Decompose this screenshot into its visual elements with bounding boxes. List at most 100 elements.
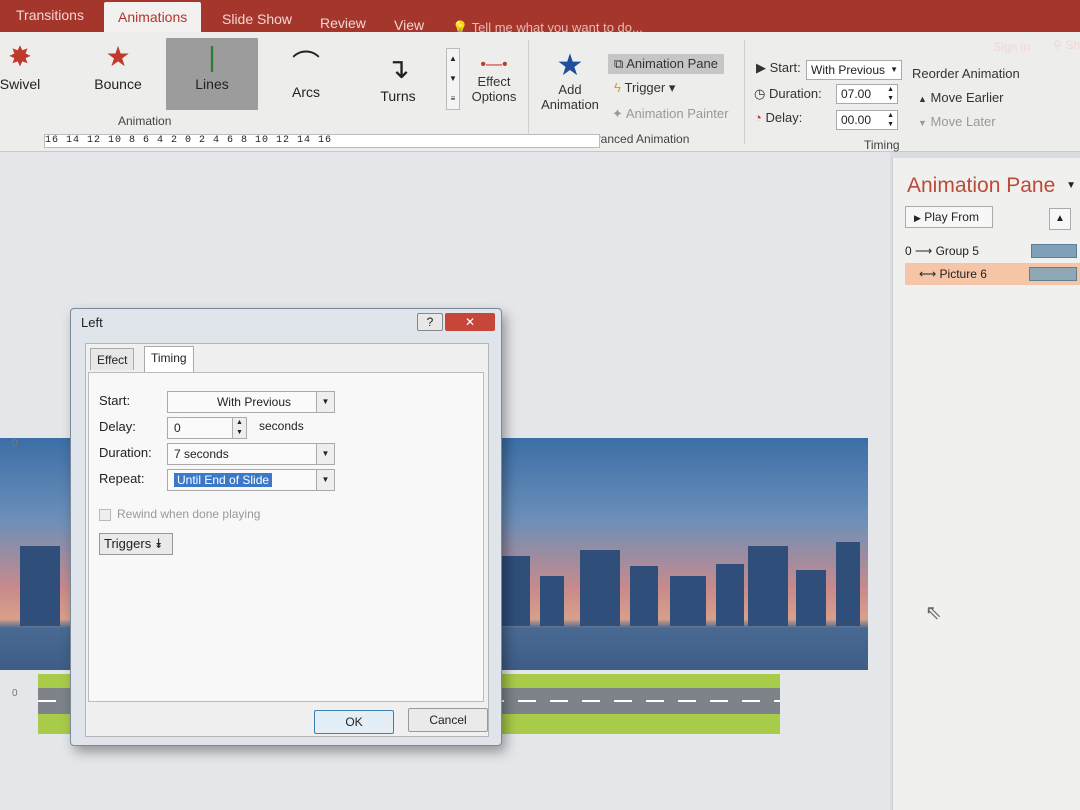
triangle-down-icon: ▼ — [918, 118, 927, 128]
horizontal-ruler: 16 14 12 10 8 6 4 2 0 2 4 6 8 10 12 14 1… — [44, 134, 600, 148]
animation-pane-title: Animation Pane — [907, 174, 1056, 197]
ok-button[interactable]: OK — [314, 710, 394, 734]
tab-transitions[interactable]: Transitions — [2, 0, 98, 30]
chevron-down-icon: ▼ — [316, 444, 334, 464]
triggers-label: Triggers — [104, 536, 152, 551]
help-button[interactable]: ? — [417, 313, 443, 331]
add-animation-label-2: Animation — [541, 97, 599, 112]
animation-pane-label: Animation Pane — [626, 56, 718, 71]
play-from-button[interactable]: ▶ Play From — [905, 206, 993, 228]
group-label-timing: Timing — [864, 138, 900, 152]
duration-select-value: 7 seconds — [174, 447, 229, 461]
dialog-body: Effect Timing Start: With Previous ▼ Dela… — [85, 343, 489, 737]
delay-label: ◔ Delay: — [754, 110, 802, 125]
start-dropdown[interactable]: With Previous ▼ — [806, 60, 902, 80]
add-animation-button[interactable]: ★ Add Animation — [534, 49, 606, 113]
delay-value: 00.00 — [841, 113, 872, 127]
spinner-arrows-icon: ▲ ▼ — [887, 86, 894, 102]
line-path-icon: ⟷ — [919, 267, 937, 281]
chevron-down-icon: ▼ — [316, 392, 334, 412]
animation-label: Bounce — [94, 76, 142, 92]
chevron-down-icon: ▼ — [890, 65, 898, 74]
timeline-bar[interactable] — [1031, 244, 1077, 258]
checkbox-box — [99, 508, 111, 521]
move-up-button[interactable]: ▲ — [1049, 208, 1071, 230]
trigger-button[interactable]: ϟ Trigger ▾ — [614, 80, 675, 96]
effect-options-label-2: Options — [471, 89, 517, 104]
triggers-button[interactable]: Triggers ⯯ — [99, 533, 173, 555]
tab-effect[interactable]: Effect — [90, 348, 135, 370]
sign-in-link[interactable]: Sign in — [993, 40, 1030, 54]
play-icon: ▶ — [756, 60, 766, 75]
start-label: Start: — [99, 393, 131, 408]
spinner-arrows-icon: ▲ ▼ — [887, 112, 894, 128]
cancel-button[interactable]: Cancel — [408, 708, 488, 732]
duration-label: Duration: — [99, 445, 152, 460]
animation-bounce[interactable]: ★ Bounce — [78, 38, 158, 102]
gallery-scroll[interactable]: ▲ ▼ ≡ — [446, 48, 460, 110]
animation-pane: Animation Pane ▼ ▶ Play From ▲ 0 ⟶ Group… — [892, 158, 1080, 810]
effect-options-label: Effect — [477, 74, 511, 89]
repeat-select[interactable]: Until End of Slide ▼ — [167, 469, 335, 491]
lightning-icon: ϟ — [614, 80, 621, 95]
animation-lines[interactable]: | Lines — [166, 38, 258, 110]
animation-pane-button[interactable]: ⧉ Animation Pane — [608, 54, 724, 74]
double-chevron-down-icon: ⯯ — [154, 536, 163, 551]
move-later-button[interactable]: ▼ Move Later — [918, 114, 996, 129]
left-effect-dialog: Left ? ✕ Effect Timing Start: With Previ… — [70, 308, 502, 746]
delay-unit: seconds — [259, 419, 304, 433]
add-star-icon: ★ — [556, 49, 584, 82]
line-path-icon: ⟶ — [915, 244, 933, 258]
tab-timing[interactable]: Timing — [144, 346, 194, 372]
duration-value: 07.00 — [841, 87, 872, 101]
trigger-label: Trigger — [624, 80, 666, 95]
animation-painter-button[interactable]: ✦ Animation Painter — [612, 106, 728, 122]
effect-options-button[interactable]: •—• Effect Options — [466, 56, 522, 104]
group-label-animation: Animation — [118, 114, 172, 128]
clock-icon: ◷ — [754, 86, 766, 101]
animation-label: Lines — [195, 76, 229, 92]
tab-slide-show[interactable]: Slide Show — [208, 4, 306, 34]
close-icon: ✕ — [464, 315, 476, 329]
duration-select[interactable]: 7 seconds ▼ — [167, 443, 335, 465]
delay-input-value: 0 — [174, 421, 181, 435]
delay-spinner[interactable]: 00.00 ▲ ▼ — [836, 110, 898, 130]
mouse-cursor-icon: ⇖ — [925, 602, 942, 624]
delay-input[interactable]: 0 ▲ ▼ — [167, 417, 247, 439]
start-label-text: Start: — [769, 60, 801, 75]
duration-spinner[interactable]: 07.00 ▲ ▼ — [836, 84, 898, 104]
reorder-title: Reorder Animation — [912, 66, 1020, 81]
start-label: ▶ Start: — [756, 60, 801, 76]
item-order: 0 — [905, 244, 912, 258]
move-earlier-button[interactable]: ▲ Move Earlier — [918, 90, 1004, 105]
turns-icon: ↴ — [386, 53, 410, 84]
animation-list-item[interactable]: ⟷ Picture 6 — [905, 263, 1080, 285]
chevron-down-icon: ▼ — [316, 470, 334, 490]
rewind-label: Rewind when done playing — [117, 507, 261, 521]
rewind-checkbox[interactable]: Rewind when done playing — [99, 507, 260, 521]
animation-swivel[interactable]: ✸ Swivel — [0, 38, 60, 102]
repeat-label: Repeat: — [99, 471, 145, 486]
lines-icon: | — [208, 41, 216, 72]
play-icon: ▶ — [914, 213, 921, 223]
start-select[interactable]: With Previous ▼ — [167, 391, 335, 413]
share-button[interactable]: ⚲ Sh — [1053, 38, 1080, 52]
animation-turns[interactable]: ↴ Turns — [358, 50, 438, 114]
move-later-label: Move Later — [930, 114, 996, 129]
arcs-icon: ⌒ — [291, 49, 320, 80]
item-label: Picture 6 — [939, 267, 987, 281]
bounce-icon: ★ — [105, 41, 131, 72]
delay-label: Delay: — [99, 419, 136, 434]
pane-options-icon[interactable]: ▼ — [1066, 180, 1076, 191]
animation-arcs[interactable]: ⌒ Arcs — [266, 46, 346, 110]
start-select-value: With Previous — [216, 395, 292, 409]
tab-animations[interactable]: Animations — [104, 2, 202, 32]
animation-label: Arcs — [292, 84, 320, 100]
animation-list-item[interactable]: 0 ⟶ Group 5 — [905, 240, 1080, 262]
duration-label: ◷ Duration: — [754, 86, 822, 102]
slide-marker: 0 — [12, 438, 18, 449]
close-button[interactable]: ✕ — [445, 313, 495, 331]
spinner-arrows-icon[interactable]: ▲ ▼ — [232, 418, 246, 438]
timeline-bar[interactable] — [1029, 267, 1077, 281]
slide-marker: 0 — [12, 688, 18, 699]
